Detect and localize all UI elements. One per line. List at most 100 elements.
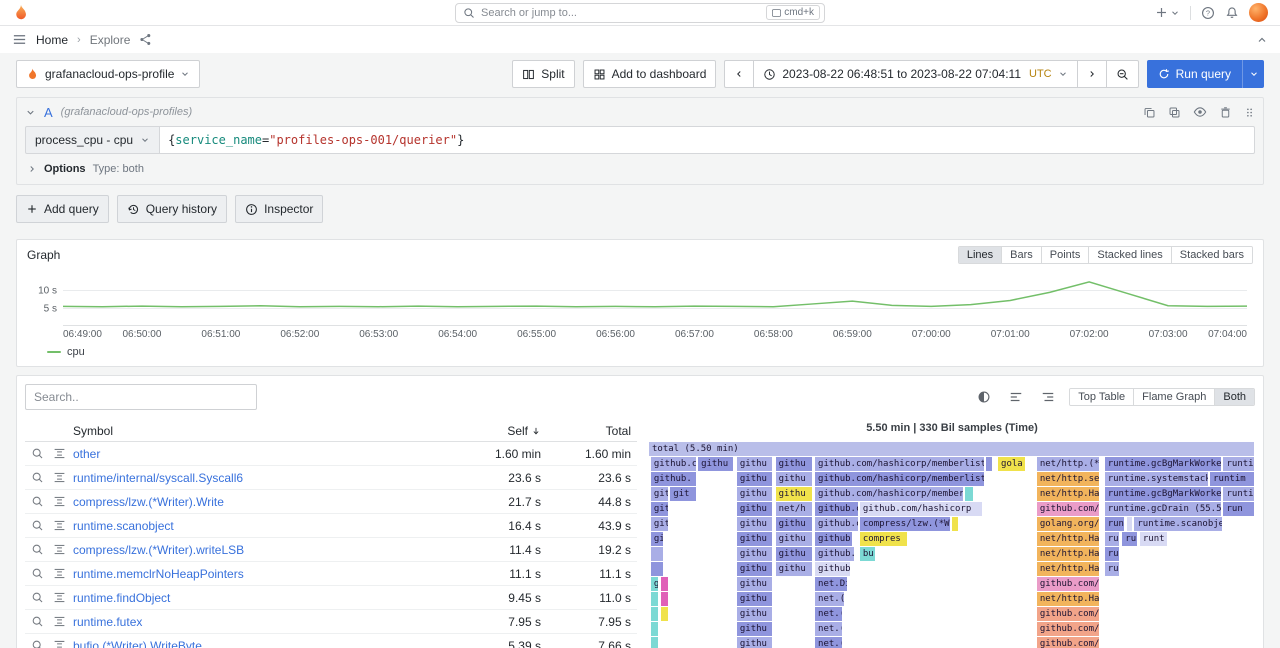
flame-block[interactable]: rur: [1105, 562, 1121, 576]
flame-block[interactable]: githu: [737, 472, 773, 486]
cpu-chart[interactable]: 10 s 5 s: [63, 270, 1247, 326]
flame-block[interactable]: github.cc: [815, 502, 859, 516]
flame-block[interactable]: net/http.(*c: [1037, 457, 1101, 471]
flame-block[interactable]: gi: [651, 532, 664, 546]
flame-block[interactable]: net/h: [776, 502, 814, 516]
flame-block[interactable]: github.com/g: [1037, 502, 1101, 516]
symbol-link[interactable]: bufio.(*Writer).WriteByte: [73, 639, 451, 648]
duplicate-query-icon[interactable]: [1143, 106, 1156, 119]
symbol-link[interactable]: other: [73, 447, 451, 461]
flame-block[interactable]: gi: [651, 577, 659, 591]
search-symbol-icon[interactable]: [29, 639, 45, 648]
flame-block[interactable]: [986, 457, 993, 471]
flame-block[interactable]: githu: [776, 487, 814, 501]
flame-block[interactable]: githu: [776, 472, 814, 486]
sandwich-view-icon[interactable]: [51, 519, 67, 532]
flame-block[interactable]: bu: [860, 547, 876, 561]
flame-block[interactable]: githu: [737, 637, 773, 648]
flame-block[interactable]: github.com/c: [1037, 637, 1101, 648]
flame-block[interactable]: runti: [1223, 487, 1255, 501]
time-shift-forward-button[interactable]: [1078, 60, 1107, 88]
collapse-panel-icon[interactable]: [1256, 34, 1268, 46]
zoom-out-time-button[interactable]: [1107, 60, 1139, 88]
news-bell-icon[interactable]: [1225, 6, 1239, 20]
search-symbol-icon[interactable]: [29, 447, 45, 460]
sandwich-view-icon[interactable]: [51, 615, 67, 628]
time-shift-back-button[interactable]: [724, 60, 754, 88]
disable-query-eye-icon[interactable]: [1193, 105, 1207, 119]
symbol-link[interactable]: compress/lzw.(*Writer).writeLSB: [73, 543, 451, 557]
search-symbol-icon[interactable]: [29, 495, 45, 508]
run-query-button[interactable]: Run query: [1147, 60, 1264, 88]
symbol-search-input[interactable]: [34, 390, 248, 404]
query-ref-id[interactable]: A: [44, 105, 53, 120]
flame-block[interactable]: [651, 547, 664, 561]
sandwich-view-icon[interactable]: [51, 639, 67, 648]
breadcrumb-explore[interactable]: Explore: [90, 33, 131, 47]
symbol-link[interactable]: runtime.memclrNoHeapPointers: [73, 567, 451, 581]
flame-block[interactable]: [661, 607, 669, 621]
flame-block[interactable]: githu: [737, 487, 773, 501]
flame-block[interactable]: net.Di: [815, 577, 848, 591]
graph-mode-points[interactable]: Points: [1041, 247, 1089, 263]
view-flame-graph[interactable]: Flame Graph: [1133, 389, 1214, 405]
flame-block[interactable]: github.cc: [815, 517, 859, 531]
sandwich-view-icon[interactable]: [51, 543, 67, 556]
flame-block[interactable]: github.com/hashicorp/memberlist.(*: [815, 457, 985, 471]
flame-block[interactable]: gola: [998, 457, 1026, 471]
breadcrumb-home[interactable]: Home: [36, 33, 68, 47]
sandwich-view-icon[interactable]: [51, 591, 67, 604]
flame-block[interactable]: runtim: [1210, 472, 1255, 486]
flame-block[interactable]: [651, 607, 659, 621]
grafana-logo[interactable]: [12, 4, 30, 22]
symbol-link[interactable]: runtime.scanobject: [73, 519, 451, 533]
flame-block[interactable]: git: [670, 487, 697, 501]
flame-block[interactable]: run: [1105, 517, 1126, 531]
flame-block[interactable]: runtime.scanobje: [1134, 517, 1222, 531]
view-top-table[interactable]: Top Table: [1070, 389, 1133, 405]
flame-block[interactable]: net.(: [815, 607, 843, 621]
search-symbol-icon[interactable]: [29, 615, 45, 628]
flame-block[interactable]: githu: [737, 532, 773, 546]
flame-block[interactable]: compres: [860, 532, 908, 546]
view-both[interactable]: Both: [1214, 389, 1254, 405]
flame-block[interactable]: githu: [737, 577, 773, 591]
flame-block[interactable]: github: [815, 562, 851, 576]
search-input[interactable]: [481, 7, 760, 19]
copy-query-icon[interactable]: [1168, 106, 1181, 119]
flame-block[interactable]: run: [1122, 532, 1138, 546]
symbol-link[interactable]: compress/lzw.(*Writer).Write: [73, 495, 451, 509]
flame-block[interactable]: net.(*: [815, 592, 845, 606]
add-to-dashboard-button[interactable]: Add to dashboard: [583, 60, 717, 88]
flame-block[interactable]: [651, 622, 659, 636]
flame-block[interactable]: run: [1223, 502, 1255, 516]
flame-block[interactable]: net.(: [815, 637, 843, 648]
flame-block[interactable]: github.: [651, 472, 697, 486]
flame-block[interactable]: [1127, 517, 1133, 531]
time-range-button[interactable]: 2023-08-22 06:48:51 to 2023-08-22 07:04:…: [754, 60, 1077, 88]
flame-block[interactable]: net/http.Han: [1037, 562, 1101, 576]
flame-block[interactable]: [651, 637, 659, 648]
flame-block[interactable]: [965, 487, 973, 501]
datasource-picker[interactable]: grafanacloud-ops-profile: [16, 60, 200, 88]
flame-block[interactable]: [952, 517, 959, 531]
flame-block[interactable]: githu: [776, 517, 814, 531]
flame-block[interactable]: githu: [737, 622, 773, 636]
flame-block[interactable]: net/http.Har: [1037, 592, 1101, 606]
graph-legend[interactable]: cpu: [47, 346, 1253, 358]
menu-toggle-icon[interactable]: [12, 32, 27, 47]
flame-block[interactable]: github.com/c: [1037, 607, 1101, 621]
symbol-link[interactable]: runtime.futex: [73, 615, 451, 629]
search-symbol-icon[interactable]: [29, 543, 45, 556]
remove-query-trash-icon[interactable]: [1219, 106, 1232, 119]
flame-block[interactable]: net/http.Har: [1037, 547, 1101, 561]
flame-block[interactable]: githu: [776, 547, 814, 561]
sandwich-view-icon[interactable]: [51, 447, 67, 460]
run-query-caret[interactable]: [1242, 60, 1264, 88]
flame-block[interactable]: net/http.Har: [1037, 532, 1101, 546]
flame-block[interactable]: runtime.systemstack (: [1105, 472, 1209, 486]
share-icon[interactable]: [139, 33, 152, 46]
contrast-color-toggle-icon[interactable]: [973, 386, 995, 408]
query-expression-input[interactable]: {service_name="profiles-ops-001/querier"…: [160, 126, 1255, 154]
flame-block[interactable]: githu: [737, 502, 773, 516]
